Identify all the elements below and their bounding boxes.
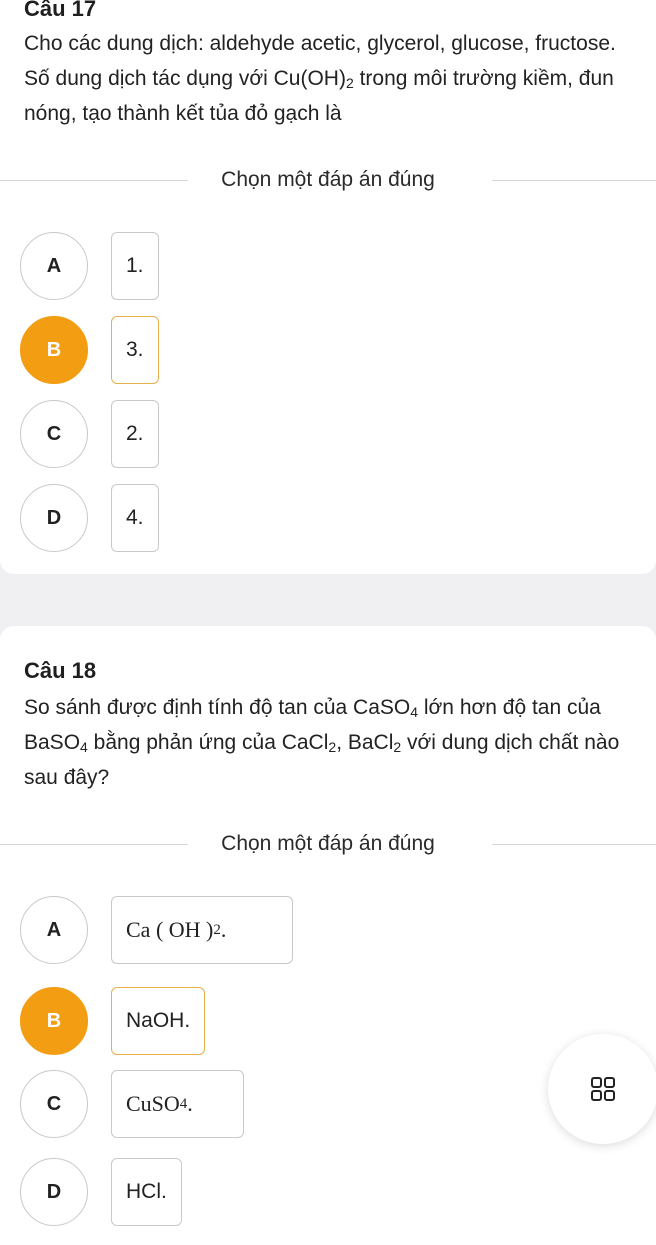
option-c[interactable]: C CuSO 4.: [20, 1070, 340, 1138]
option-text[interactable]: Ca ( OH ) 2.: [111, 896, 293, 964]
option-b-selected[interactable]: B NaOH.: [20, 987, 340, 1055]
option-d[interactable]: D HCl.: [20, 1158, 340, 1226]
question-title: Câu 17: [24, 0, 97, 21]
option-letter[interactable]: C: [20, 400, 88, 468]
option-c[interactable]: C 2.: [20, 400, 340, 468]
question-title: Câu 18: [24, 658, 97, 683]
option-a[interactable]: A Ca ( OH ) 2.: [20, 896, 340, 964]
option-letter[interactable]: C: [20, 1070, 88, 1138]
option-letter[interactable]: B: [20, 316, 88, 384]
option-letter[interactable]: D: [20, 484, 88, 552]
option-letter[interactable]: B: [20, 987, 88, 1055]
option-text[interactable]: HCl.: [111, 1158, 182, 1226]
option-d[interactable]: D 4.: [20, 484, 340, 552]
option-letter[interactable]: A: [20, 232, 88, 300]
option-text[interactable]: CuSO 4.: [111, 1070, 244, 1138]
grid-icon: [591, 1077, 615, 1101]
option-letter[interactable]: D: [20, 1158, 88, 1226]
option-letter[interactable]: A: [20, 896, 88, 964]
option-text[interactable]: 1.: [111, 232, 159, 300]
option-text[interactable]: 3.: [111, 316, 159, 384]
option-text[interactable]: 4.: [111, 484, 159, 552]
option-text[interactable]: 2.: [111, 400, 159, 468]
question-text: So sánh được định tính độ tan của CaSO4 …: [24, 696, 620, 789]
divider-line: [492, 844, 656, 845]
option-b-selected[interactable]: B 3.: [20, 316, 340, 384]
question-grid-button[interactable]: [548, 1034, 656, 1144]
divider-line: [492, 180, 656, 181]
question-card-18: Câu 18 So sánh được định tính độ tan của…: [0, 626, 656, 1245]
option-text[interactable]: NaOH.: [111, 987, 206, 1055]
answer-prompt-divider: Chọn một đáp án đúng: [0, 168, 656, 192]
question-card-17: Câu 17 Cho các dung dịch: aldehyde aceti…: [0, 0, 656, 574]
answer-prompt-divider: Chọn một đáp án đúng: [0, 832, 656, 856]
question-text: Cho các dung dịch: aldehyde acetic, glyc…: [24, 32, 616, 125]
option-a[interactable]: A 1.: [20, 232, 340, 300]
